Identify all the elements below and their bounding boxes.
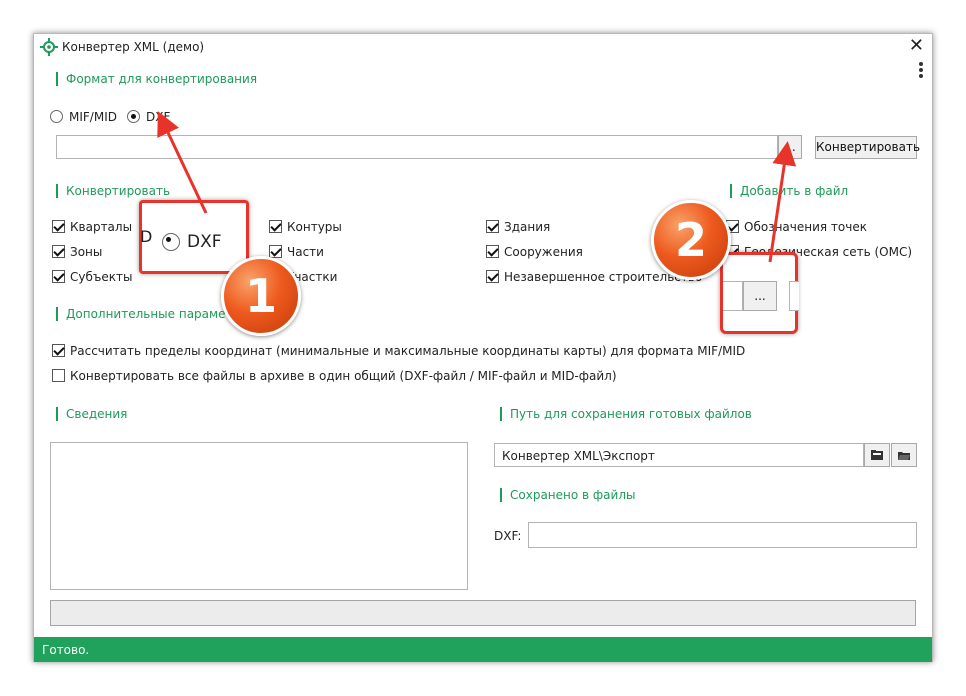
arrow-to-browse-button xyxy=(768,141,797,263)
step-badge-1: 1 xyxy=(221,256,301,336)
arrow-to-dxf-radio xyxy=(157,111,208,214)
step-badge-2: 2 xyxy=(651,200,731,280)
arrow-overlay xyxy=(157,111,797,263)
